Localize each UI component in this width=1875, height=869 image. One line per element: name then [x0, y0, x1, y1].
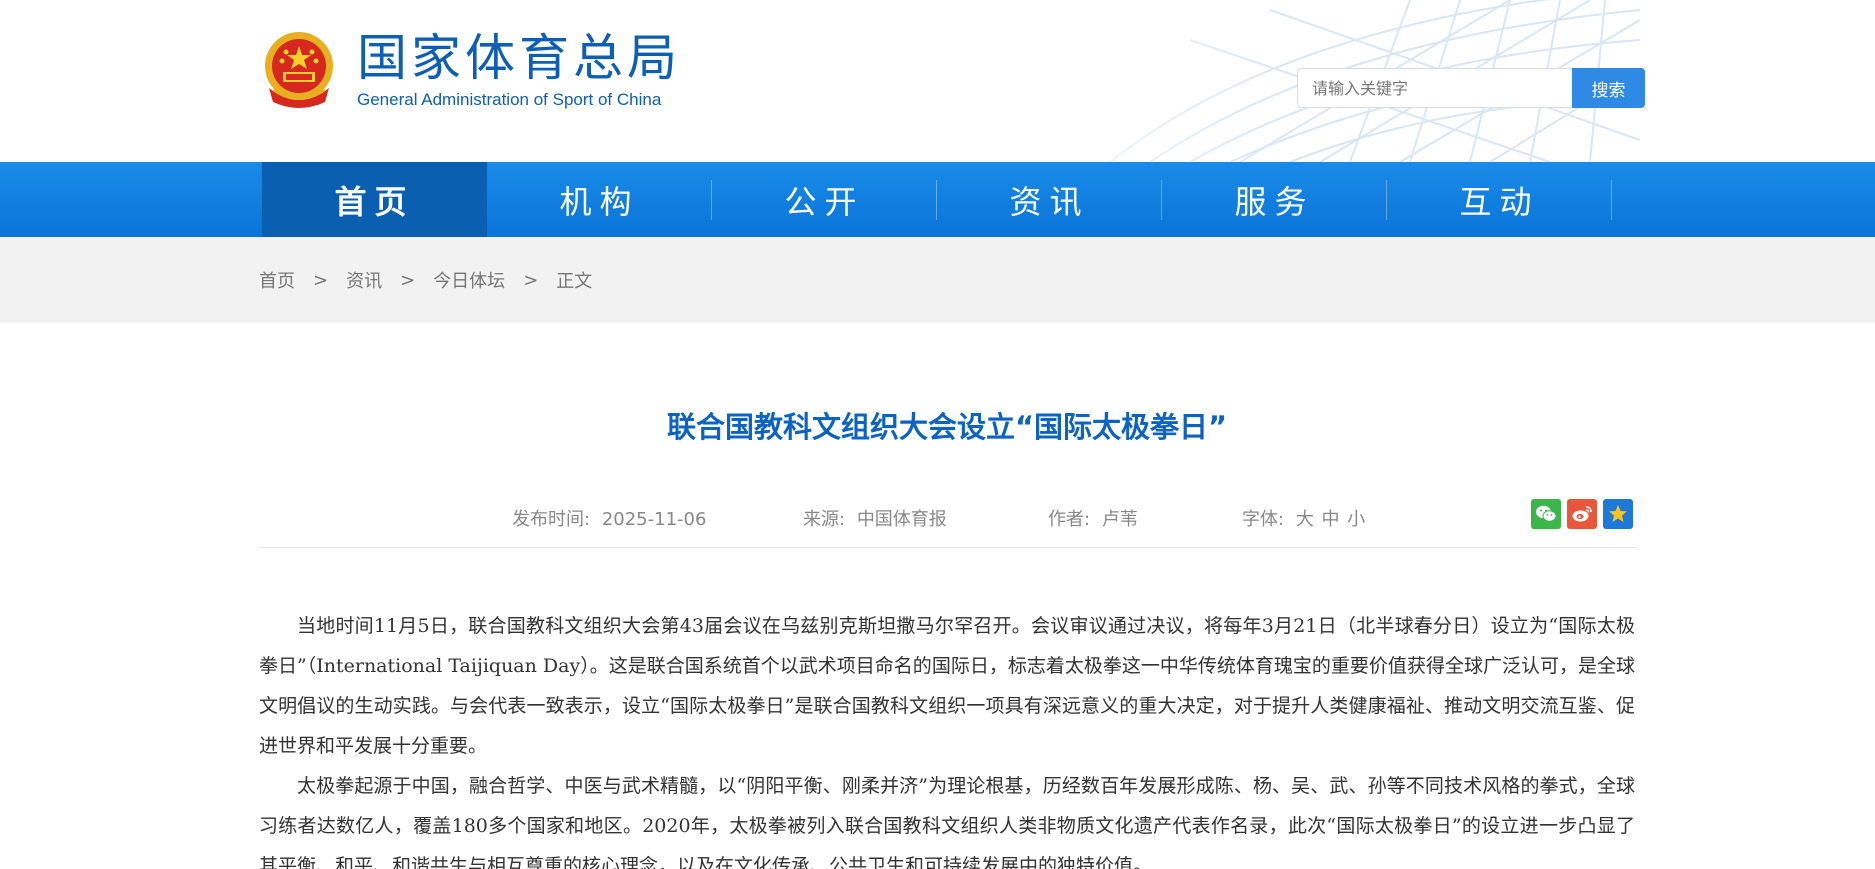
- article-paragraph: 当地时间11月5日，联合国教科文组织大会第43届会议在乌兹别克斯坦撒马尔罕召开。…: [259, 615, 1635, 757]
- nav-item-label: 首页: [334, 182, 415, 221]
- article-title: 联合国教科文组织大会设立“国际太极拳日”: [666, 410, 1228, 444]
- search-box: 搜索: [1297, 68, 1645, 108]
- search-button[interactable]: 搜索: [1572, 68, 1645, 108]
- logo-title-en: General Administration of Sport of China: [357, 90, 662, 109]
- breadcrumb-separator: >: [523, 269, 539, 291]
- nav-item-label: 机构: [559, 182, 640, 221]
- meta-divider: [259, 547, 1635, 548]
- search-input[interactable]: [1297, 68, 1572, 108]
- source-label: 来源:: [803, 509, 846, 530]
- author-label: 作者:: [1048, 509, 1091, 530]
- font-size-control: 字体: 大 中 小: [1242, 505, 1365, 531]
- article-meta: 发布时间: 2025-11-06 来源: 中国体育报 作者: 卢苇 字体: 大 …: [259, 497, 1635, 537]
- main-nav: 首页 机构 公开 资讯 服务 互动: [0, 162, 1875, 237]
- nav-item-label: 资讯: [1009, 182, 1090, 221]
- font-size-medium[interactable]: 中: [1322, 509, 1340, 530]
- font-size-label: 字体:: [1242, 509, 1285, 530]
- nav-item-public[interactable]: 公开: [712, 162, 937, 237]
- nav-item-label: 公开: [784, 182, 865, 221]
- font-size-small[interactable]: 小: [1347, 509, 1365, 530]
- publish-date: 发布时间: 2025-11-06: [512, 505, 706, 531]
- favorite-icon[interactable]: [1603, 499, 1633, 529]
- article-paragraph: 太极拳起源于中国，融合哲学、中医与武术精髓，以“阴阳平衡、刚柔并济”为理论根基，…: [259, 775, 1635, 869]
- nav-item-organization[interactable]: 机构: [487, 162, 712, 237]
- breadcrumb-separator: >: [400, 269, 416, 291]
- share-buttons: [1531, 499, 1633, 529]
- source-value: 中国体育报: [856, 509, 947, 530]
- site-header: 国家体育总局 General Administration of Sport o…: [0, 0, 1875, 162]
- wechat-icon[interactable]: [1531, 499, 1561, 529]
- breadcrumb-news[interactable]: 资讯: [346, 267, 382, 293]
- logo-title-cn: 国家体育总局: [357, 29, 681, 87]
- font-size-large[interactable]: 大: [1296, 509, 1314, 530]
- publish-date-value: 2025-11-06: [601, 509, 707, 530]
- article-source: 来源: 中国体育报: [803, 505, 947, 531]
- breadcrumb-sports-today[interactable]: 今日体坛: [433, 267, 505, 293]
- article-author: 作者: 卢苇: [1048, 505, 1138, 531]
- nav-item-interaction[interactable]: 互动: [1387, 162, 1612, 237]
- article-body: 当地时间11月5日，联合国教科文组织大会第43届会议在乌兹别克斯坦撒马尔罕召开。…: [259, 606, 1635, 869]
- breadcrumb-current: 正文: [556, 271, 593, 292]
- author-value: 卢苇: [1101, 509, 1138, 530]
- nav-item-label: 服务: [1234, 182, 1315, 221]
- nav-item-services[interactable]: 服务: [1162, 162, 1387, 237]
- publish-date-label: 发布时间:: [512, 509, 591, 530]
- site-logo[interactable]: 国家体育总局 General Administration of Sport o…: [259, 28, 681, 112]
- breadcrumb-bar: 首页 > 资讯 > 今日体坛 > 正文: [0, 237, 1875, 323]
- nav-item-label: 互动: [1459, 182, 1540, 221]
- breadcrumb-separator: >: [313, 269, 329, 291]
- national-emblem-icon: [265, 32, 333, 108]
- nav-divider: [1611, 180, 1612, 220]
- weibo-icon[interactable]: [1567, 499, 1597, 529]
- breadcrumb-home[interactable]: 首页: [259, 267, 295, 293]
- nav-item-home[interactable]: 首页: [262, 162, 487, 237]
- nav-item-news[interactable]: 资讯: [937, 162, 1162, 237]
- breadcrumb: 首页 > 资讯 > 今日体坛 > 正文: [259, 267, 592, 293]
